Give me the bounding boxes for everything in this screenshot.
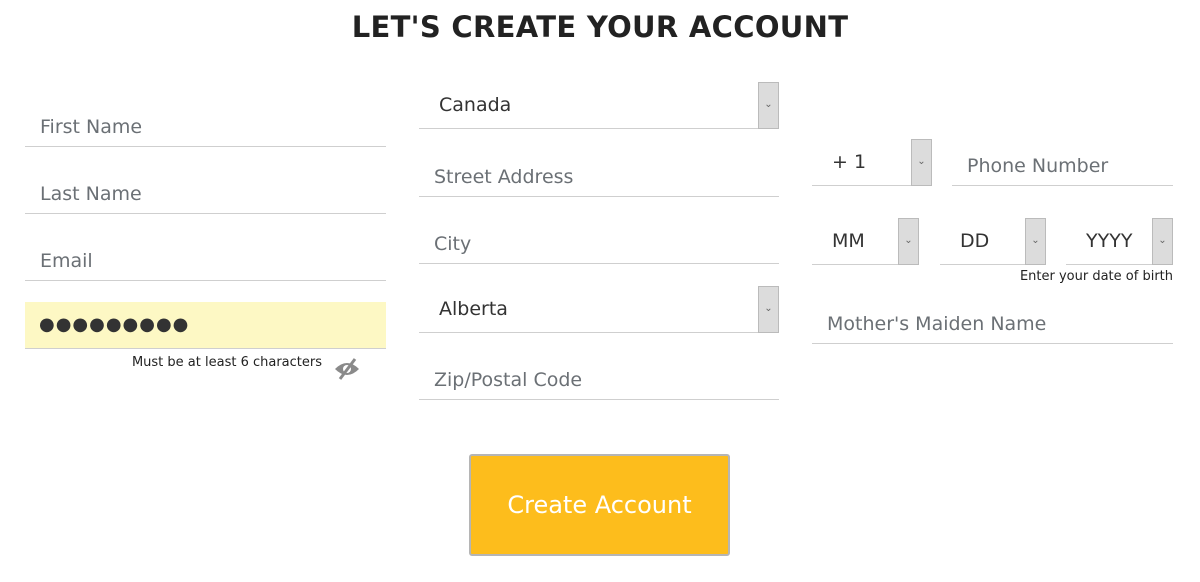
dob-day-value: DD [960,230,990,252]
maiden-name-field[interactable] [812,297,1173,344]
province-select[interactable]: Alberta ⌄ [419,286,779,333]
first-name-input[interactable] [25,100,386,146]
phone-input[interactable] [952,139,1173,185]
password-helper: Must be at least 6 characters [131,355,322,370]
chevron-down-icon[interactable]: ⌄ [1025,218,1046,265]
dob-day-select[interactable]: DD ⌄ [940,218,1046,265]
country-value: Canada [439,94,512,116]
city-input[interactable] [419,217,779,263]
last-name-field[interactable] [25,167,386,214]
street-field[interactable] [419,150,779,197]
province-value: Alberta [439,298,508,320]
chevron-down-icon[interactable]: ⌄ [911,139,932,186]
chevron-down-icon[interactable]: ⌄ [758,82,779,129]
chevron-down-icon[interactable]: ⌄ [758,286,779,333]
eye-slash-icon[interactable] [333,357,361,381]
dob-month-value: MM [832,230,865,252]
country-select[interactable]: Canada ⌄ [419,82,779,129]
page-title: LET'S CREATE YOUR ACCOUNT [351,10,849,44]
street-input[interactable] [419,150,779,196]
phone-code-value: + 1 [832,151,867,173]
chevron-down-icon[interactable]: ⌄ [898,218,919,265]
dob-helper: Enter your date of birth [1019,269,1173,284]
last-name-input[interactable] [25,167,386,213]
city-field[interactable] [419,217,779,264]
zip-input[interactable] [419,353,779,399]
password-field[interactable]: ●●●●●●●●● [25,302,386,349]
dob-month-select[interactable]: MM ⌄ [812,218,919,265]
email-input[interactable] [25,234,386,280]
phone-code-select[interactable]: + 1 ⌄ [812,139,932,186]
dob-year-select[interactable]: YYYY ⌄ [1066,218,1173,265]
email-field[interactable] [25,234,386,281]
password-value[interactable]: ●●●●●●●●● [39,314,189,335]
phone-field[interactable] [952,139,1173,186]
zip-field[interactable] [419,353,779,400]
chevron-down-icon[interactable]: ⌄ [1152,218,1173,265]
first-name-field[interactable] [25,100,386,147]
dob-year-value: YYYY [1086,230,1133,252]
maiden-name-input[interactable] [812,297,1173,343]
create-account-button[interactable]: Create Account [469,454,730,556]
